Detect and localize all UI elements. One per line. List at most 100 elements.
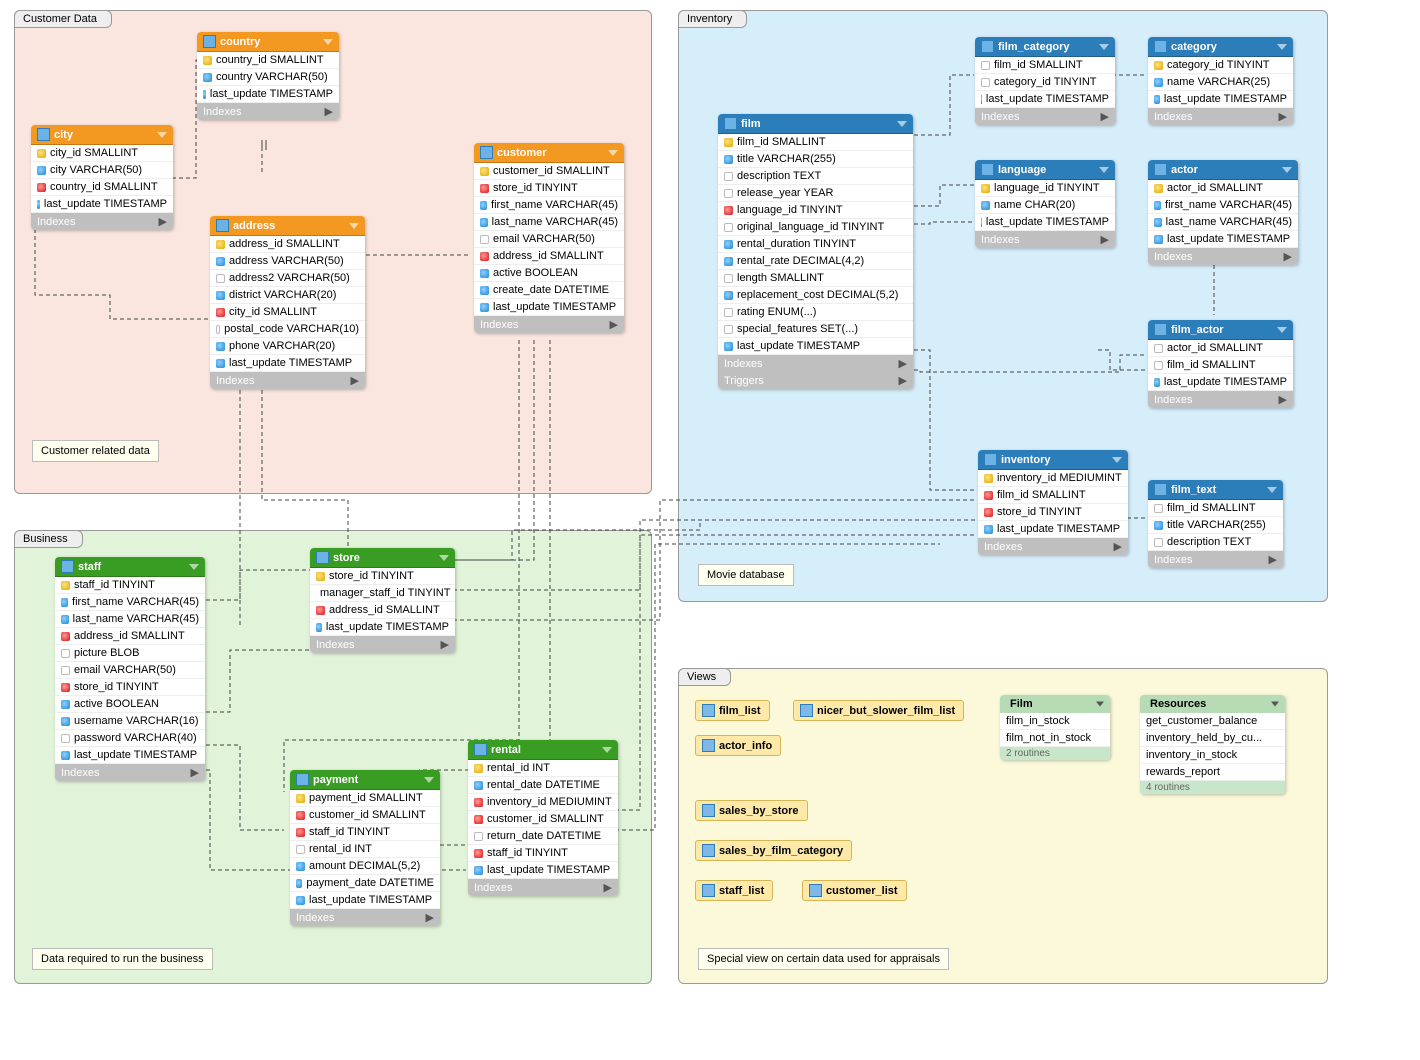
table-staff[interactable]: staff staff_id TINYINT first_name VARCHA… bbox=[55, 557, 205, 781]
indexes-footer[interactable]: Indexes▶ bbox=[978, 538, 1128, 555]
table-icon bbox=[480, 146, 493, 159]
collapse-icon[interactable] bbox=[1112, 457, 1122, 463]
view-actor-info[interactable]: actor_info bbox=[695, 735, 781, 756]
table-rental[interactable]: rental rental_id INT rental_date DATETIM… bbox=[468, 740, 618, 896]
collapse-icon[interactable] bbox=[157, 132, 167, 138]
indexes-footer[interactable]: Indexes▶ bbox=[55, 764, 205, 781]
collapse-icon[interactable] bbox=[424, 777, 434, 783]
collapse-icon[interactable] bbox=[1282, 167, 1292, 173]
table-icon bbox=[981, 163, 994, 176]
triggers-footer[interactable]: Triggers▶ bbox=[718, 372, 913, 389]
table-city[interactable]: city city_id SMALLINT city VARCHAR(50) c… bbox=[31, 125, 173, 230]
table-film-category[interactable]: film_category film_id SMALLINT category_… bbox=[975, 37, 1115, 125]
col: amount DECIMAL(5,2) bbox=[309, 860, 420, 872]
table-payment[interactable]: payment payment_id SMALLINT customer_id … bbox=[290, 770, 440, 926]
indexes-footer[interactable]: Indexes▶ bbox=[1148, 108, 1293, 125]
table-header[interactable]: city bbox=[31, 125, 173, 145]
col: store_id TINYINT bbox=[329, 570, 414, 582]
col: category_id TINYINT bbox=[1167, 59, 1270, 71]
indexes-footer[interactable]: Indexes▶ bbox=[197, 103, 339, 120]
indexes-footer[interactable]: Indexes▶ bbox=[468, 879, 618, 896]
table-title: category bbox=[1171, 41, 1217, 53]
col: film_id SMALLINT bbox=[1167, 502, 1256, 514]
indexes-footer[interactable]: Indexes▶ bbox=[1148, 391, 1293, 408]
collapse-icon[interactable] bbox=[439, 555, 449, 561]
indexes-footer[interactable]: Indexes▶ bbox=[31, 213, 173, 230]
table-category[interactable]: category category_id TINYINT name VARCHA… bbox=[1148, 37, 1293, 125]
table-header[interactable]: store bbox=[310, 548, 455, 568]
collapse-icon[interactable] bbox=[1277, 44, 1287, 50]
routines-title: Resources bbox=[1150, 698, 1206, 710]
table-header[interactable]: customer bbox=[474, 143, 624, 163]
table-header[interactable]: payment bbox=[290, 770, 440, 790]
table-film[interactable]: film film_id SMALLINT title VARCHAR(255)… bbox=[718, 114, 913, 389]
col: inventory_id MEDIUMINT bbox=[997, 472, 1122, 484]
col: film_id SMALLINT bbox=[997, 489, 1086, 501]
collapse-icon[interactable] bbox=[1099, 167, 1109, 173]
view-staff-list[interactable]: staff_list bbox=[695, 880, 773, 901]
indexes-footer[interactable]: Indexes▶ bbox=[1148, 248, 1298, 265]
view-customer-list[interactable]: customer_list bbox=[802, 880, 907, 901]
table-customer[interactable]: customer customer_id SMALLINT store_id T… bbox=[474, 143, 624, 333]
table-header[interactable]: film_text bbox=[1148, 480, 1283, 500]
table-header[interactable]: language bbox=[975, 160, 1115, 180]
table-icon bbox=[1154, 163, 1167, 176]
table-header[interactable]: rental bbox=[468, 740, 618, 760]
collapse-icon[interactable] bbox=[602, 747, 612, 753]
table-film-text[interactable]: film_text film_id SMALLINT title VARCHAR… bbox=[1148, 480, 1283, 568]
routines-resources[interactable]: Resources get_customer_balance inventory… bbox=[1140, 695, 1285, 794]
table-store[interactable]: store store_id TINYINT manager_staff_id … bbox=[310, 548, 455, 653]
table-inventory[interactable]: inventory inventory_id MEDIUMINT film_id… bbox=[978, 450, 1128, 555]
indexes-footer[interactable]: Indexes▶ bbox=[310, 636, 455, 653]
collapse-icon[interactable] bbox=[323, 39, 333, 45]
indexes-footer[interactable]: Indexes▶ bbox=[718, 355, 913, 372]
table-title: store bbox=[333, 552, 360, 564]
indexes-footer[interactable]: Indexes▶ bbox=[474, 316, 624, 333]
col: staff_id TINYINT bbox=[309, 826, 390, 838]
collapse-icon[interactable] bbox=[1271, 702, 1279, 707]
col: last_update TIMESTAMP bbox=[487, 864, 610, 876]
table-ic売 bbox=[296, 773, 309, 786]
table-header[interactable]: inventory bbox=[978, 450, 1128, 470]
collapse-icon[interactable] bbox=[1099, 44, 1109, 50]
table-header[interactable]: film_actor bbox=[1148, 320, 1293, 340]
col: description TEXT bbox=[1167, 536, 1251, 548]
collapse-icon[interactable] bbox=[1267, 487, 1277, 493]
collapse-icon[interactable] bbox=[189, 564, 199, 570]
region-label-inventory: Inventory bbox=[678, 10, 747, 28]
collapse-icon[interactable] bbox=[1277, 327, 1287, 333]
table-header[interactable]: address bbox=[210, 216, 365, 236]
table-header[interactable]: country bbox=[197, 32, 339, 52]
view-film-list[interactable]: film_list bbox=[695, 700, 770, 721]
col: country_id SMALLINT bbox=[216, 54, 324, 66]
routines-film[interactable]: Film film_in_stock film_not_in_stock 2 r… bbox=[1000, 695, 1110, 760]
col: last_update TIMESTAMP bbox=[997, 523, 1120, 535]
table-country[interactable]: country country_id SMALLINT country VARC… bbox=[197, 32, 339, 120]
collapse-icon[interactable] bbox=[1096, 702, 1104, 707]
table-actor[interactable]: actor actor_id SMALLINT first_name VARCH… bbox=[1148, 160, 1298, 265]
table-header[interactable]: film_category bbox=[975, 37, 1115, 57]
indexes-footer[interactable]: Indexes▶ bbox=[290, 909, 440, 926]
table-icon bbox=[984, 453, 997, 466]
indexes-footer[interactable]: Indexes▶ bbox=[1148, 551, 1283, 568]
table-header[interactable]: actor bbox=[1148, 160, 1298, 180]
view-sales-by-film-category[interactable]: sales_by_film_category bbox=[695, 840, 852, 861]
table-header[interactable]: staff bbox=[55, 557, 205, 577]
indexes-footer[interactable]: Indexes▶ bbox=[975, 231, 1115, 248]
view-sales-by-store[interactable]: sales_by_store bbox=[695, 800, 808, 821]
col: active BOOLEAN bbox=[74, 698, 159, 710]
indexes-footer[interactable]: Indexes▶ bbox=[975, 108, 1115, 125]
view-nicer-film-list[interactable]: nicer_but_slower_film_list bbox=[793, 700, 964, 721]
table-address[interactable]: address address_id SMALLINT address VARC… bbox=[210, 216, 365, 389]
collapse-icon[interactable] bbox=[897, 121, 907, 127]
collapse-icon[interactable] bbox=[608, 150, 618, 156]
table-film-actor[interactable]: film_actor actor_id SMALLINT film_id SMA… bbox=[1148, 320, 1293, 408]
col: country_id SMALLINT bbox=[50, 181, 158, 193]
table-language[interactable]: language language_id TINYINT name CHAR(2… bbox=[975, 160, 1115, 248]
table-header[interactable]: film bbox=[718, 114, 913, 134]
col: create_date DATETIME bbox=[493, 284, 609, 296]
collapse-icon[interactable] bbox=[349, 223, 359, 229]
indexes-footer[interactable]: Indexes▶ bbox=[210, 372, 365, 389]
table-header[interactable]: category bbox=[1148, 37, 1293, 57]
caption-inventory: Movie database bbox=[698, 564, 794, 586]
